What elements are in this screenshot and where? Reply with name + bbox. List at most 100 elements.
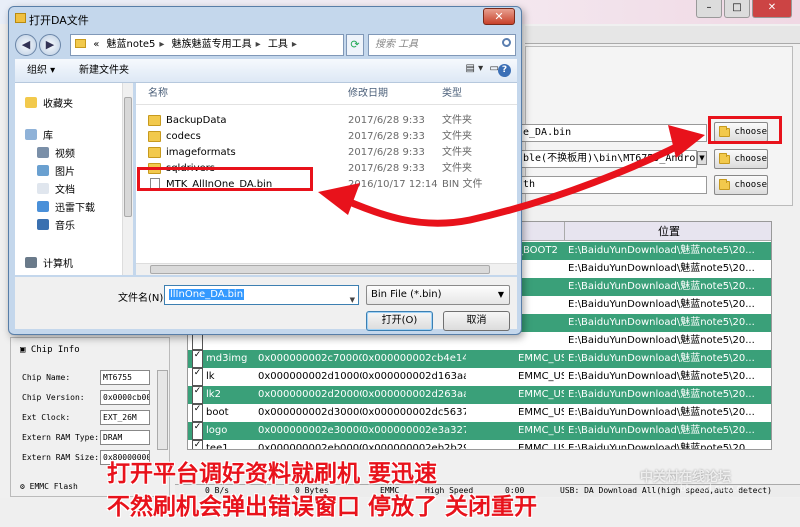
nav-item-icon bbox=[25, 97, 37, 108]
file-date: 2017/6/28 9:33 bbox=[348, 115, 425, 126]
caption-line-2: 不然刷机会弹出错误窗口 停放了 关闭重开 bbox=[107, 494, 538, 520]
forward-button[interactable]: ▶ bbox=[39, 34, 61, 56]
cell-begin: 0x000000002c700000 bbox=[258, 353, 362, 364]
row-checkbox[interactable]: ✓ bbox=[192, 350, 203, 368]
cell-region bbox=[518, 314, 564, 332]
nav-item[interactable]: 图片 bbox=[37, 163, 75, 178]
choose-scatter-button[interactable]: choose bbox=[714, 149, 768, 169]
chip-info-scrollbar[interactable] bbox=[157, 370, 168, 450]
file-date: 2017/6/28 9:33 bbox=[348, 131, 425, 142]
filename-input[interactable]: llInOne_DA.bin ▼ bbox=[164, 285, 359, 305]
nav-item[interactable]: 文档 bbox=[37, 181, 75, 196]
file-type: 文件夹 bbox=[442, 131, 472, 142]
close-button[interactable]: ✕ bbox=[752, 0, 792, 18]
cell-region bbox=[518, 260, 564, 278]
nav-item-label: 视频 bbox=[55, 149, 75, 160]
table-row[interactable]: ✓ lk 0x000000002d100000 0x000000002d163aaf E… bbox=[188, 368, 771, 386]
chevron-down-icon: ▼ bbox=[497, 290, 504, 299]
nav-item[interactable]: 库 bbox=[25, 127, 53, 142]
chevron-down-icon[interactable]: ▼ bbox=[350, 291, 355, 304]
row-checkbox[interactable]: ✓ bbox=[192, 368, 203, 386]
column-modified-date[interactable]: 修改日期 bbox=[348, 83, 388, 105]
ext-clock-label: Ext Clock: bbox=[22, 413, 71, 422]
cell-location: E:\BaiduYunDownload\魅蓝note5\20... bbox=[568, 389, 755, 400]
cell-location: E:\BaiduYunDownload\魅蓝note5\20... bbox=[568, 245, 755, 256]
file-type: 文件夹 bbox=[442, 163, 472, 174]
nav-item-label: 文档 bbox=[55, 185, 75, 196]
folder-icon bbox=[75, 39, 86, 48]
open-button[interactable]: 打开(O) bbox=[366, 311, 433, 331]
scatter-path-field[interactable]: ble(不换板用)\bin\MT6755_Android_scat bbox=[520, 150, 697, 168]
filename-label: 文件名(N): bbox=[118, 293, 167, 304]
back-button[interactable]: ◀ bbox=[15, 34, 37, 56]
file-type-filter[interactable]: Bin File (*.bin) ▼ bbox=[366, 285, 510, 305]
refresh-icon[interactable]: ⟳ bbox=[346, 34, 364, 56]
cell-location: E:\BaiduYunDownload\魅蓝note5\20... bbox=[568, 299, 755, 310]
file-row[interactable]: BackupData 2017/6/28 9:33 文件夹 bbox=[136, 113, 517, 129]
new-folder-button[interactable]: 新建文件夹 bbox=[79, 59, 129, 83]
nav-item-label: 音乐 bbox=[55, 221, 75, 232]
nav-item[interactable]: 音乐 bbox=[37, 217, 75, 232]
ram-type-value: DRAM bbox=[100, 430, 150, 445]
table-row[interactable]: ✓ tee1 0x000000002eb00000 0x000000002eb2b29… bbox=[188, 440, 771, 450]
nav-item[interactable]: 迅雷下载 bbox=[37, 199, 95, 214]
scatter-dropdown-arrow[interactable]: ▼ bbox=[697, 151, 707, 165]
help-icon[interactable]: ? bbox=[498, 64, 511, 77]
emmc-flash-header: ⚙ EMMC Flash bbox=[20, 482, 78, 491]
row-checkbox[interactable]: ✓ bbox=[192, 386, 203, 404]
maximize-button[interactable]: □ bbox=[724, 0, 750, 18]
folder-icon bbox=[719, 178, 731, 190]
column-type[interactable]: 类型 bbox=[442, 83, 462, 105]
table-row[interactable]: ✓ md3img 0x000000002c700000 0x000000002cb4e… bbox=[188, 350, 771, 368]
cell-name: boot bbox=[206, 407, 229, 418]
table-row[interactable]: ✓ logo 0x000000002e300000 0x000000002e3a327… bbox=[188, 422, 771, 440]
table-row[interactable]: ✓ boot 0x000000002d300000 0x000000002dc5637… bbox=[188, 404, 771, 422]
nav-item[interactable]: 视频 bbox=[37, 145, 75, 160]
nav-item-label: 库 bbox=[43, 131, 53, 142]
choose-auth-button[interactable]: choose bbox=[714, 175, 768, 195]
breadcrumb[interactable]: « 魅蓝note5 ▸ 魅族魅蓝专用工具 ▸ 工具 ▸ bbox=[70, 34, 344, 56]
search-icon bbox=[502, 38, 511, 47]
row-checkbox[interactable]: ✓ bbox=[192, 404, 203, 422]
cell-region: EMMC_USER bbox=[518, 407, 564, 418]
cell-region: EMMC_USER bbox=[518, 353, 564, 364]
search-input[interactable]: 搜索 工具 bbox=[368, 34, 516, 56]
dialog-title: 打开DA文件 bbox=[29, 14, 89, 27]
breadcrumb-item[interactable]: 工具 bbox=[268, 39, 288, 50]
cancel-button[interactable]: 取消 bbox=[443, 311, 510, 331]
cell-begin: 0x000000002d200000 bbox=[258, 389, 362, 400]
auth-path-field[interactable]: th bbox=[520, 176, 707, 194]
organize-menu[interactable]: 组织 ▾ bbox=[27, 59, 55, 83]
column-name[interactable]: 名称 bbox=[148, 83, 168, 105]
cell-region bbox=[518, 332, 564, 350]
cell-location: E:\BaiduYunDownload\魅蓝note5\20... bbox=[568, 425, 755, 436]
da-path-field[interactable]: e_DA.bin bbox=[520, 124, 707, 142]
breadcrumb-item[interactable]: 魅蓝note5 bbox=[107, 39, 156, 50]
file-row[interactable]: codecs 2017/6/28 9:33 文件夹 bbox=[136, 129, 517, 145]
nav-item-icon bbox=[25, 257, 37, 268]
chip-info-header: ▣ Chip Info bbox=[20, 345, 80, 355]
minimize-button[interactable]: – bbox=[696, 0, 722, 18]
row-checkbox[interactable]: ✓ bbox=[192, 422, 203, 440]
nav-item-icon bbox=[37, 147, 49, 158]
navigation-scrollbar[interactable] bbox=[122, 83, 133, 275]
view-options-icon[interactable]: ▤ ▾ ▭ bbox=[466, 63, 499, 74]
nav-item-icon bbox=[37, 219, 49, 230]
file-list-scrollbar[interactable] bbox=[136, 263, 517, 275]
row-checkbox[interactable]: ✓ bbox=[192, 440, 203, 449]
tool-tab-strip bbox=[525, 26, 800, 44]
cell-location: E:\BaiduYunDownload\魅蓝note5\20... bbox=[568, 371, 755, 382]
dialog-close-button[interactable]: ✕ bbox=[483, 8, 515, 25]
cell-location: E:\BaiduYunDownload\魅蓝note5\20... bbox=[568, 335, 755, 346]
breadcrumb-item[interactable]: 魅族魅蓝专用工具 bbox=[172, 39, 252, 50]
cell-location: E:\BaiduYunDownload\魅蓝note5\20... bbox=[568, 407, 755, 418]
cell-region: EMMC_USER bbox=[518, 443, 564, 450]
dialog-toolbar: 组织 ▾ 新建文件夹 ▤ ▾ ▭ ? bbox=[15, 59, 517, 83]
nav-item[interactable]: 收藏夹 bbox=[25, 95, 73, 110]
cell-end: 0x000000002cb4e14f bbox=[362, 353, 466, 364]
file-row[interactable]: imageformats 2017/6/28 9:33 文件夹 bbox=[136, 145, 517, 161]
cell-end: 0x000000002e3a327f bbox=[362, 425, 466, 436]
table-row[interactable]: ✓ lk2 0x000000002d200000 0x000000002d263aaf… bbox=[188, 386, 771, 404]
nav-item[interactable]: 计算机 bbox=[25, 255, 73, 270]
breadcrumb-overflow[interactable]: « bbox=[93, 39, 99, 50]
